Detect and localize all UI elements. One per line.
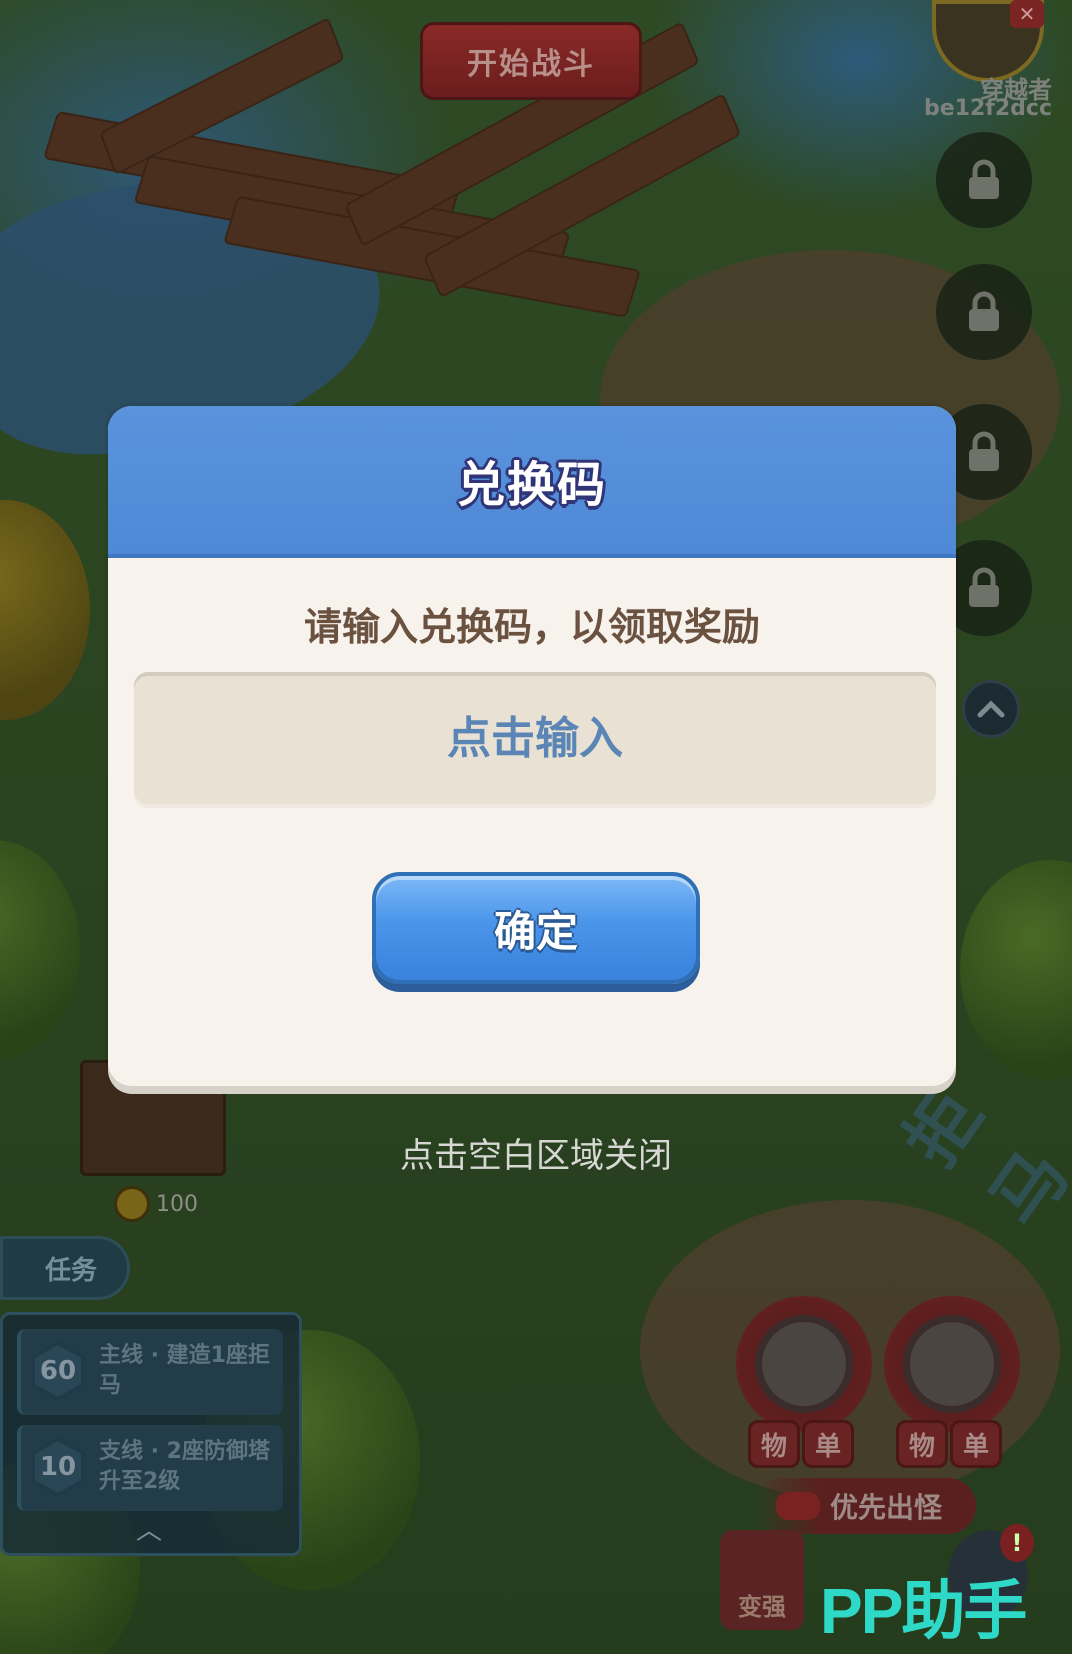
- confirm-button-label: 确定: [493, 906, 578, 956]
- dialog-subtitle: 请输入兑换码，以领取奖励: [303, 605, 760, 649]
- dialog-title: 兑换码: [456, 457, 607, 513]
- close-hint: 点击空白区域关闭: [400, 1136, 672, 1176]
- redeem-code-input[interactable]: [134, 672, 936, 804]
- redeem-code-dialog: 兑换码 请输入兑换码，以领取奖励 确定: [108, 406, 956, 1086]
- pp-assistant-watermark: PP助手: [820, 1575, 1027, 1647]
- confirm-button[interactable]: 确定: [372, 872, 700, 984]
- dialog-header: 兑换码: [108, 406, 956, 558]
